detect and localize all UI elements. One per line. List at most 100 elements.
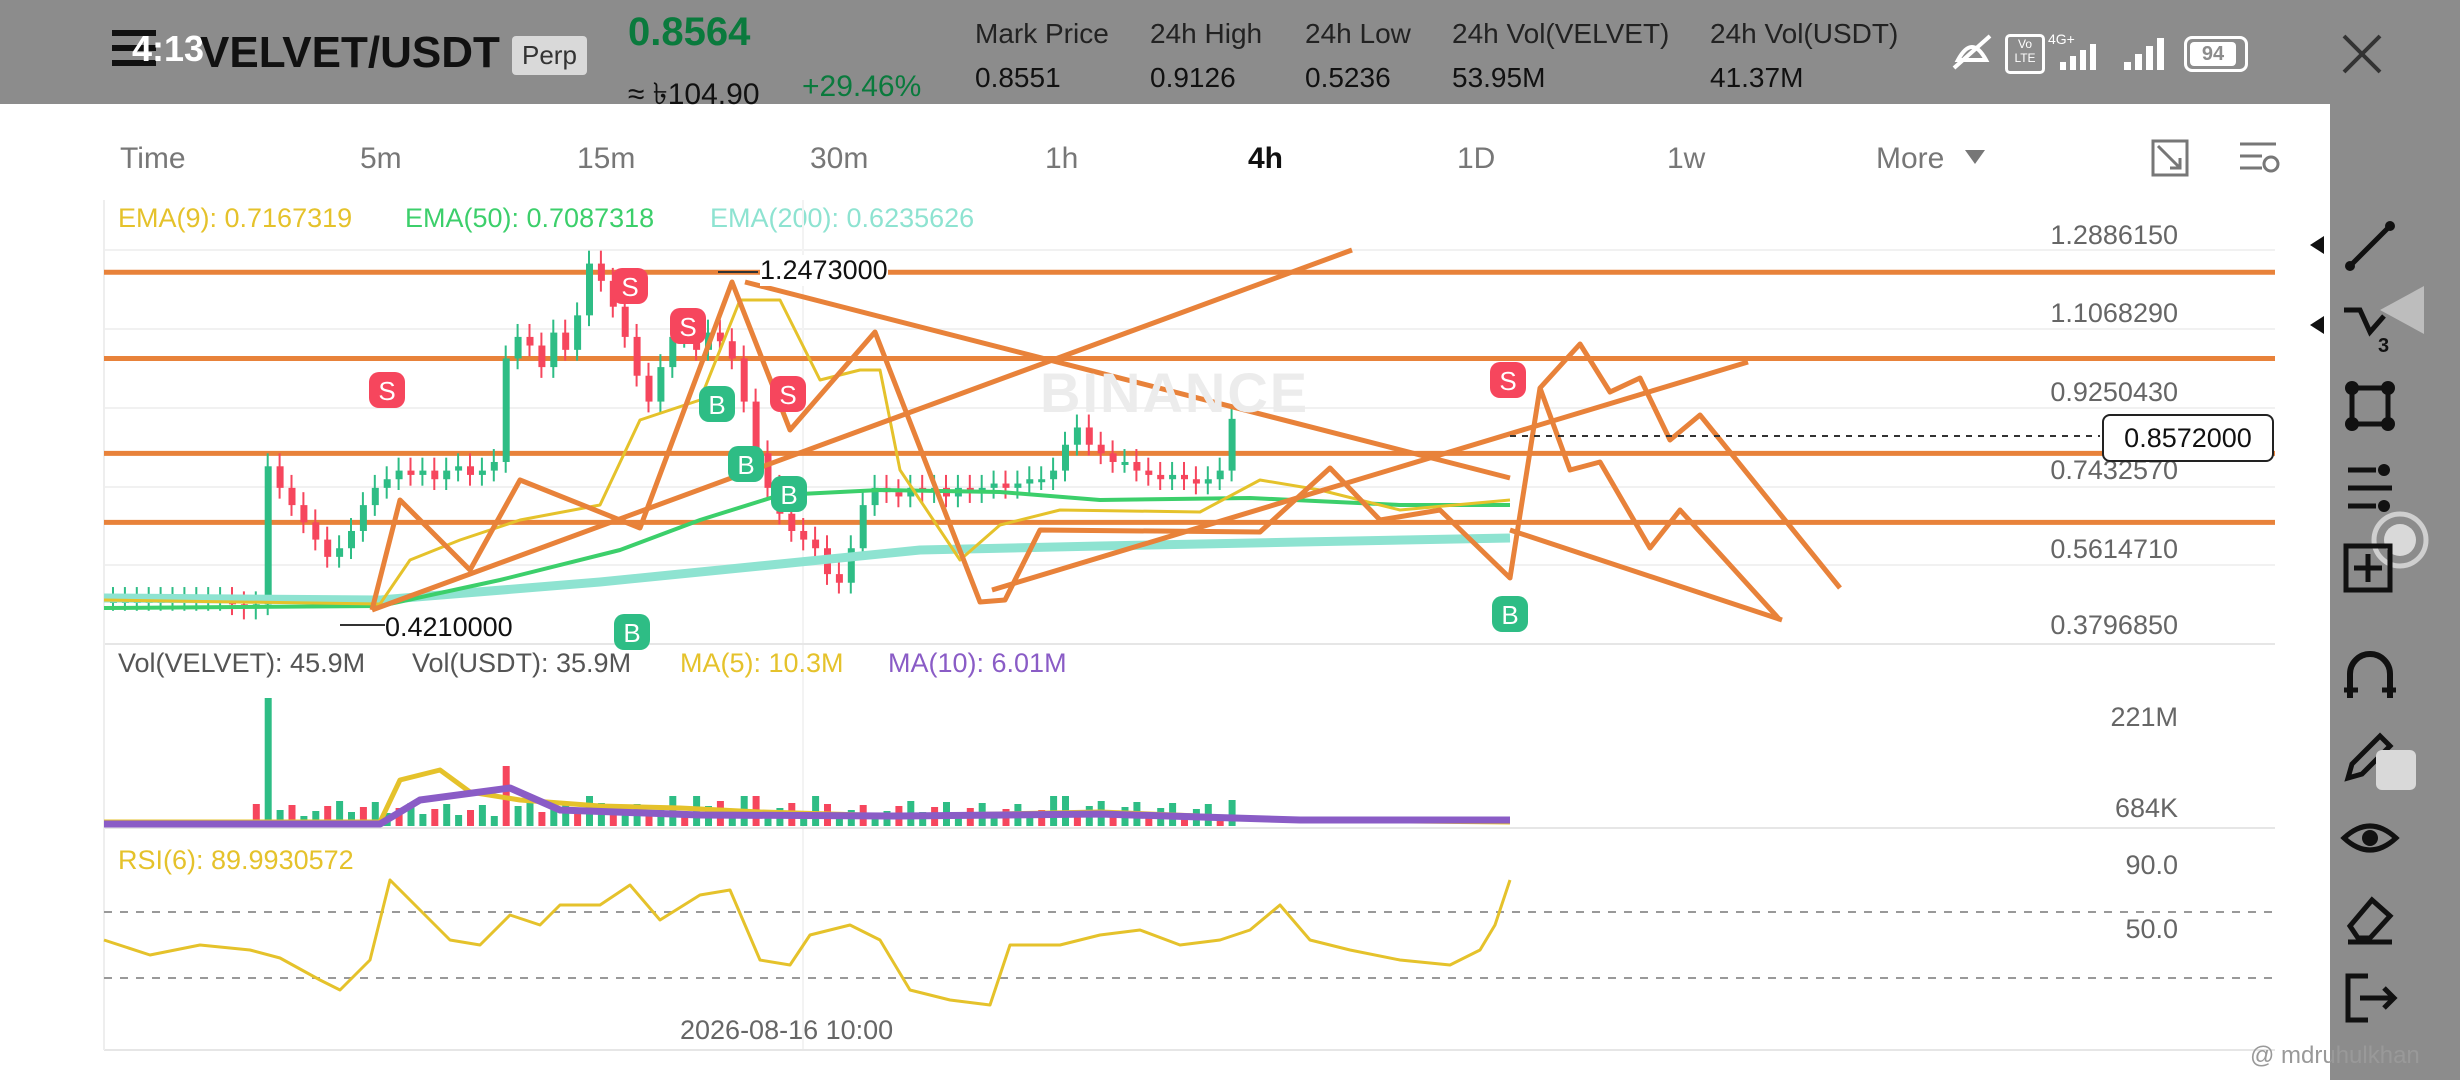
shape-icon[interactable] — [2340, 376, 2400, 436]
candle-body — [728, 341, 736, 359]
candle-body — [812, 539, 820, 549]
recent-apps-icon[interactable] — [2376, 750, 2416, 790]
candle-body — [800, 530, 808, 540]
rsi-line — [103, 878, 1512, 1007]
measure-icon[interactable] — [2340, 540, 2400, 600]
candle-body — [431, 470, 439, 480]
candle-body — [835, 574, 843, 583]
buy-marker-label: B — [708, 390, 725, 420]
pattern-drawing — [369, 279, 1842, 611]
candle-body — [1109, 453, 1117, 462]
user-watermark: @ mdruhulkhan — [2250, 1042, 2420, 1069]
candle-body — [550, 332, 558, 368]
candle-body — [467, 466, 474, 475]
candle-body — [383, 479, 391, 488]
volume-axis-label: 684K — [2114, 793, 2178, 823]
candle-body — [562, 332, 570, 350]
back-arrow-icon[interactable] — [2374, 282, 2430, 338]
buy-marker-label: B — [780, 480, 797, 510]
candle-body — [1145, 470, 1153, 475]
volume-bar — [264, 698, 272, 826]
ma10-legend: MA(10): 6.01M — [888, 648, 1067, 678]
candle-body — [288, 487, 296, 506]
magnet-icon[interactable] — [2340, 646, 2400, 706]
candle-body — [859, 505, 867, 549]
volume-bar — [514, 806, 522, 826]
candle-body — [597, 263, 605, 281]
price-axis-label: 0.9250430 — [2050, 377, 2178, 407]
expand-left-icon[interactable] — [2310, 316, 2324, 334]
candle-body — [359, 505, 367, 531]
svg-text:3: 3 — [2378, 335, 2389, 356]
volume-bar — [538, 812, 546, 826]
candle-body — [324, 539, 332, 557]
volume-bar — [478, 805, 486, 826]
current-price-tag: 0.8572000 — [2102, 414, 2274, 462]
candle-body — [443, 470, 451, 480]
price-axis-label: 0.3796850 — [2050, 610, 2178, 640]
candle-body — [1050, 470, 1058, 480]
eraser-icon[interactable] — [2340, 888, 2400, 948]
candle-body — [502, 358, 510, 462]
high-marker: 1.2473000 — [760, 255, 888, 286]
volume-bar — [419, 814, 427, 826]
candle-body — [1121, 461, 1129, 465]
candle-body — [300, 505, 308, 523]
time-axis-label: 2026-08-16 10:00 — [680, 1015, 894, 1045]
candle-body — [490, 461, 498, 471]
sell-marker-label: S — [679, 312, 696, 342]
rsi-axis-label: 50.0 — [2125, 914, 2178, 944]
candle-body — [1014, 483, 1022, 488]
binance-watermark: BINANCE — [1040, 361, 1310, 424]
price-axis-label: 1.1068290 — [2050, 298, 2178, 328]
volume-bar — [431, 809, 439, 826]
rsi-legend: RSI(6): 89.9930572 — [118, 845, 354, 875]
candle-body — [1216, 470, 1224, 480]
candle-body — [1181, 474, 1188, 480]
sell-marker-label: S — [378, 376, 395, 406]
volume-bar — [526, 801, 534, 826]
volume-bar — [467, 810, 474, 826]
rsi-axis-label: 90.0 — [2125, 850, 2178, 880]
candle-body — [478, 470, 486, 475]
vol-base-legend: Vol(VELVET): 45.9M — [118, 648, 366, 678]
volume-bar — [1228, 800, 1236, 826]
candle-body — [1062, 444, 1069, 471]
candle-body — [895, 492, 903, 497]
volume-bar — [443, 804, 451, 826]
candle-body — [1228, 418, 1236, 471]
price-axis-label: 1.2886150 — [2050, 220, 2178, 250]
candle-body — [1204, 479, 1212, 484]
candle-body — [312, 522, 320, 540]
candle-body — [1026, 479, 1034, 484]
candle-body — [1073, 427, 1081, 445]
candle-body — [1085, 427, 1093, 445]
volume-axis-label: 221M — [2110, 702, 2178, 732]
candle-body — [264, 466, 272, 605]
expand-left-icon[interactable] — [2310, 236, 2324, 254]
candle-body — [1002, 483, 1010, 488]
buy-marker-label: B — [737, 450, 754, 480]
candle-body — [1133, 461, 1141, 471]
candle-body — [336, 548, 344, 557]
candle-body — [538, 345, 546, 368]
trend-line-icon[interactable] — [2340, 216, 2400, 276]
candle-body — [990, 483, 998, 488]
candle-body — [371, 487, 379, 506]
candle-body — [1157, 474, 1165, 480]
candle-body — [514, 336, 522, 359]
volume-bar — [609, 814, 617, 826]
candle-body — [633, 336, 641, 376]
candle-body — [419, 470, 427, 475]
volume-bar — [812, 796, 820, 826]
vol-quote-legend: Vol(USDT): 35.9M — [412, 648, 632, 678]
candle-body — [645, 375, 653, 402]
ma5-legend: MA(5): 10.3M — [680, 648, 844, 678]
candle-body — [455, 466, 463, 471]
sell-marker-label: S — [621, 272, 638, 302]
sell-marker-label: S — [1499, 366, 1516, 396]
eye-icon[interactable] — [2340, 808, 2400, 868]
volume-bar — [490, 816, 498, 826]
candle-body — [407, 470, 415, 475]
exit-icon[interactable] — [2340, 968, 2400, 1028]
